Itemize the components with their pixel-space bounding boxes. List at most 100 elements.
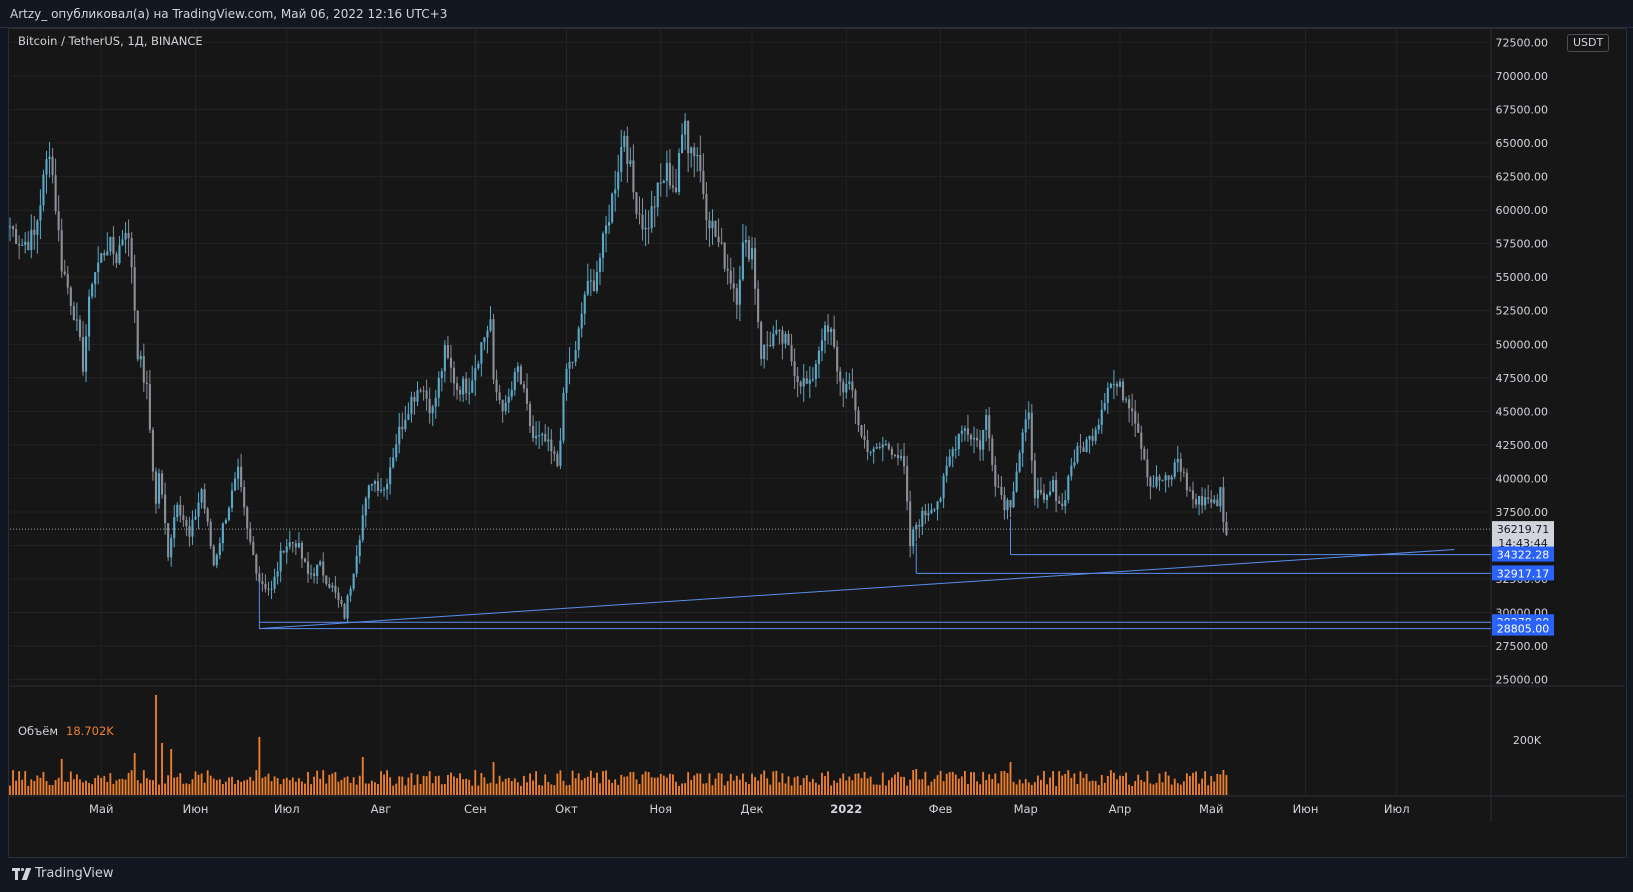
candle-body [276, 571, 279, 577]
candle-body [452, 367, 456, 384]
candle-body [702, 170, 705, 195]
volume-bar [507, 777, 510, 795]
volume-bar [687, 772, 690, 795]
candle-body [930, 509, 933, 514]
volume-bar [215, 780, 218, 795]
volume-bar [124, 779, 127, 795]
volume-bar [1198, 783, 1200, 795]
volume-bar [1122, 776, 1124, 795]
candle-body [662, 180, 665, 184]
candle-body [81, 337, 85, 372]
candle-body [586, 280, 589, 295]
candle-body [538, 435, 541, 437]
candle-body [212, 546, 215, 566]
volume-bar [714, 778, 717, 795]
volume-bar [608, 779, 611, 795]
candle-body [830, 328, 833, 332]
candle-body [233, 478, 237, 491]
candle-body [1015, 471, 1018, 492]
candle-body [352, 573, 355, 589]
candle-body [650, 206, 653, 229]
candle-body [1164, 475, 1167, 481]
volume-legend[interactable]: Объём 18.702K [18, 724, 114, 738]
volume-bar [869, 776, 872, 795]
candle-body [148, 384, 151, 430]
volume-bar [255, 770, 258, 795]
volume-bar [1067, 770, 1070, 795]
currency-badge[interactable]: USDT [1567, 34, 1610, 52]
candle-body [519, 366, 522, 385]
volume-bar [705, 783, 708, 795]
volume-bar [973, 772, 975, 795]
candle-body [1003, 495, 1006, 511]
candle-body [513, 372, 516, 390]
volume-bar [1058, 771, 1061, 795]
tradingview-logo[interactable]: TradingView [12, 866, 114, 881]
candle-body [1036, 490, 1039, 499]
time-tick-label: Июл [1384, 802, 1410, 816]
volume-bar [12, 770, 14, 795]
candle-body [389, 467, 392, 485]
candle-body [230, 490, 234, 509]
time-tick-label: Апр [1109, 802, 1132, 816]
candle-body [36, 220, 39, 235]
candle-body [243, 486, 246, 508]
candle-body [419, 390, 422, 392]
volume-bar [963, 770, 966, 795]
volume-bar [997, 783, 1000, 795]
volume-bar [1185, 773, 1188, 795]
candle-body [744, 240, 748, 243]
candle-body [246, 507, 249, 529]
candle-body [127, 233, 130, 239]
volume-bar [1213, 781, 1216, 795]
volume-bar [690, 780, 693, 795]
candle-body [206, 508, 209, 522]
volume-bar [1210, 776, 1213, 795]
candle-body [717, 236, 720, 243]
volume-bar [1082, 777, 1085, 795]
volume-bar [678, 785, 680, 795]
volume-bar [696, 773, 699, 795]
volume-bar [304, 783, 306, 795]
candle-body [994, 465, 997, 487]
volume-bar [1076, 783, 1079, 795]
volume-bar [1109, 770, 1112, 795]
candle-body [836, 346, 839, 372]
candle-body [60, 230, 63, 272]
volume-bar [805, 775, 808, 795]
candle-body [732, 283, 735, 289]
time-axis: Май Июн Июл Авг Сен Окт Ноя Дек 2022 Фев Мар Апр Май… [89, 802, 1410, 816]
volume-bar [225, 781, 227, 795]
volume-bar [1140, 780, 1143, 795]
candle-body [428, 398, 431, 414]
volume-bar [167, 775, 170, 795]
candle-body [753, 248, 757, 289]
candle-body [1021, 432, 1024, 454]
candle-body [300, 542, 304, 559]
candle-body [337, 592, 340, 600]
volume-bar [136, 780, 139, 795]
volume-bar [994, 773, 997, 795]
candle-body [221, 523, 224, 544]
candle-body [507, 396, 510, 403]
volume-bar [91, 784, 94, 795]
volume-bar [693, 775, 696, 795]
symbol-title[interactable]: Bitcoin / TetherUS, 1Д, BINANCE [18, 34, 203, 48]
volume-bar [897, 772, 899, 795]
volume-bar [656, 777, 659, 795]
candle-body [805, 378, 808, 384]
candle-body [483, 337, 486, 343]
volume-bar [158, 784, 160, 795]
volume-bar [510, 781, 513, 795]
candle-body [63, 271, 66, 275]
candle-body [784, 333, 787, 344]
volume-bar [1143, 781, 1146, 795]
volume-bar [577, 773, 580, 795]
candle-body [893, 454, 897, 456]
price-tick-label: 70000.00 [1496, 70, 1549, 83]
candle-body [425, 390, 428, 399]
volume-bar [985, 780, 988, 795]
volume-bar [583, 778, 586, 795]
volume-bar [699, 773, 702, 795]
chart-canvas[interactable]: 25000.0027500.0030000.0032500.0035000.00… [0, 0, 1633, 892]
